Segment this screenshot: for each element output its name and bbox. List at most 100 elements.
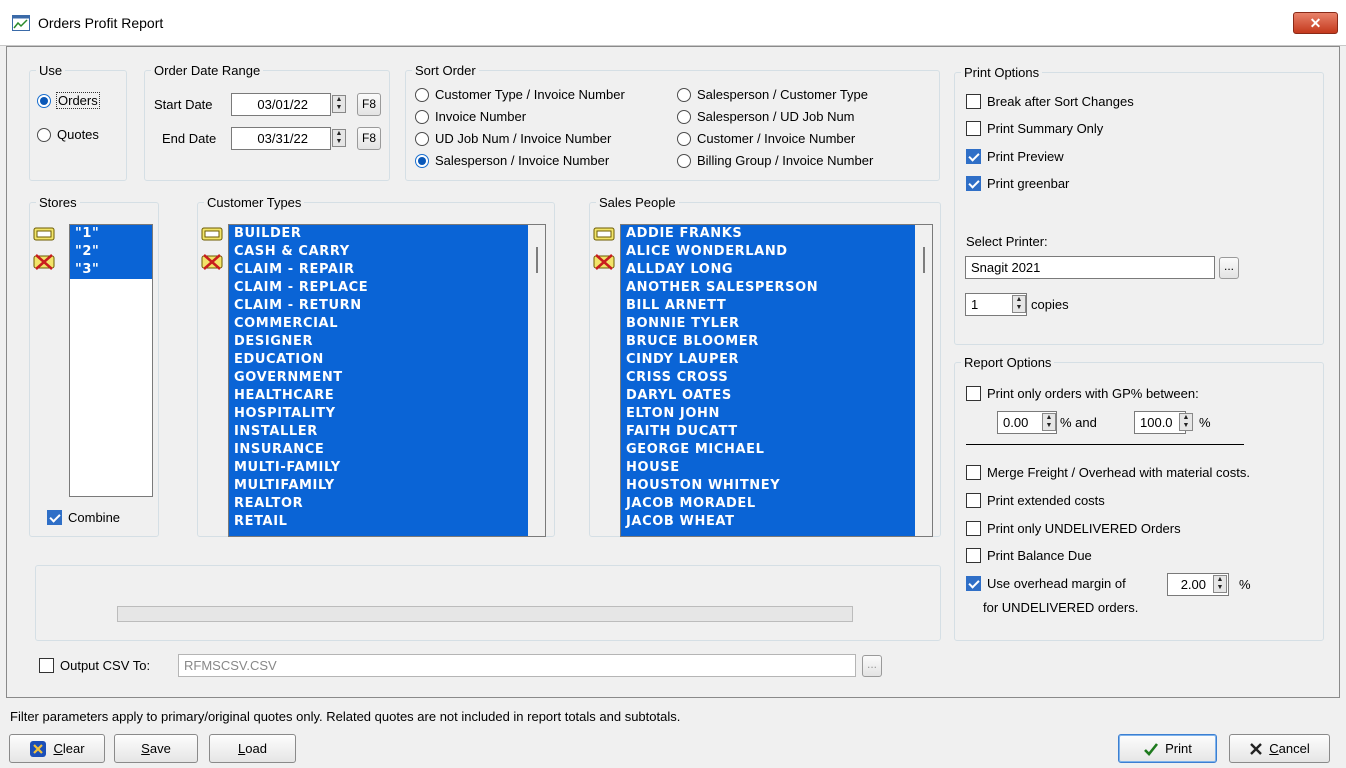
- start-date-input[interactable]: 03/01/22: [231, 93, 331, 116]
- list-item[interactable]: ADDIE FRANKS: [621, 225, 915, 243]
- checkbox-icon: [966, 94, 981, 109]
- sort-customer-type-invoice[interactable]: Customer Type / Invoice Number: [415, 87, 625, 102]
- list-item[interactable]: CLAIM - REPLACE: [229, 279, 528, 297]
- cancel-button[interactable]: Cancel: [1229, 734, 1330, 763]
- list-item[interactable]: INSURANCE: [229, 441, 528, 459]
- sort-ud-job-invoice[interactable]: UD Job Num / Invoice Number: [415, 131, 611, 146]
- check-print-undelivered[interactable]: Print only UNDELIVERED Orders: [966, 521, 1181, 536]
- start-date-spinner[interactable]: ▲ ▼: [332, 95, 346, 113]
- check-output-csv[interactable]: Output CSV To:: [39, 658, 150, 673]
- gp-max-spinner[interactable]: ▲ ▼: [1179, 413, 1193, 431]
- list-item[interactable]: JACOB WHEAT: [621, 513, 915, 531]
- list-item[interactable]: "3": [70, 261, 152, 279]
- sort-salesperson-ud-job[interactable]: Salesperson / UD Job Num: [677, 109, 855, 124]
- list-item[interactable]: REALTOR: [229, 495, 528, 513]
- start-date-f8-button[interactable]: F8: [357, 93, 381, 116]
- list-item[interactable]: CLAIM - RETURN: [229, 297, 528, 315]
- end-date-input[interactable]: 03/31/22: [231, 127, 331, 150]
- csv-path-input[interactable]: RFMSCSV.CSV: [178, 654, 856, 677]
- list-item[interactable]: ANOTHER SALESPERSON: [621, 279, 915, 297]
- list-item[interactable]: HOSPITALITY: [229, 405, 528, 423]
- list-item[interactable]: MULTIFAMILY: [229, 477, 528, 495]
- gp-min-spinner[interactable]: ▲ ▼: [1042, 413, 1056, 431]
- scrollbar-thumb[interactable]: [536, 247, 538, 273]
- select-all-icon[interactable]: [593, 225, 615, 243]
- sort-billing-group-invoice[interactable]: Billing Group / Invoice Number: [677, 153, 873, 168]
- deselect-all-icon[interactable]: [593, 253, 615, 271]
- list-item[interactable]: CASH & CARRY: [229, 243, 528, 261]
- printer-input[interactable]: Snagit 2021: [965, 256, 1215, 279]
- list-item[interactable]: FAITH DUCATT: [621, 423, 915, 441]
- check-break-after-sort[interactable]: Break after Sort Changes: [966, 94, 1134, 109]
- copies-spinner[interactable]: ▲ ▼: [1012, 295, 1026, 313]
- list-item[interactable]: EDUCATION: [229, 351, 528, 369]
- overhead-margin-spinner[interactable]: ▲ ▼: [1213, 575, 1227, 593]
- customer-types-listbox[interactable]: BUILDER CASH & CARRY CLAIM - REPAIR CLAI…: [228, 224, 546, 537]
- check-print-summary-only[interactable]: Print Summary Only: [966, 121, 1103, 136]
- list-item[interactable]: MULTI-FAMILY: [229, 459, 528, 477]
- list-item[interactable]: "1": [70, 225, 152, 243]
- list-item[interactable]: ALLDAY LONG: [621, 261, 915, 279]
- list-item[interactable]: CRISS CROSS: [621, 369, 915, 387]
- list-item[interactable]: JACOB MORADEL: [621, 495, 915, 513]
- list-item[interactable]: RETAIL: [229, 513, 528, 531]
- select-all-icon[interactable]: [201, 225, 223, 243]
- list-item[interactable]: BRUCE BLOOMER: [621, 333, 915, 351]
- list-item[interactable]: "2": [70, 243, 152, 261]
- check-merge-freight[interactable]: Merge Freight / Overhead with material c…: [966, 465, 1250, 480]
- load-button[interactable]: Load: [209, 734, 296, 763]
- date-range-legend: Order Date Range: [154, 63, 261, 78]
- end-date-spinner[interactable]: ▲ ▼: [332, 129, 346, 147]
- check-print-extended-costs[interactable]: Print extended costs: [966, 493, 1105, 508]
- list-item[interactable]: DARYL OATES: [621, 387, 915, 405]
- check-combine[interactable]: Combine: [47, 510, 120, 525]
- list-item[interactable]: GOVERNMENT: [229, 369, 528, 387]
- select-all-icon[interactable]: [33, 225, 55, 243]
- csv-browse-button[interactable]: ...: [862, 655, 882, 677]
- print-button[interactable]: Print: [1118, 734, 1217, 763]
- list-item[interactable]: CINDY LAUPER: [621, 351, 915, 369]
- check-print-greenbar[interactable]: Print greenbar: [966, 176, 1069, 191]
- list-item[interactable]: BONNIE TYLER: [621, 315, 915, 333]
- radio-orders[interactable]: Orders: [37, 92, 100, 109]
- list-item[interactable]: DESIGNER: [229, 333, 528, 351]
- clear-icon: [30, 740, 47, 757]
- stores-listbox[interactable]: "1" "2" "3": [69, 224, 153, 497]
- list-item[interactable]: INSTALLER: [229, 423, 528, 441]
- list-item[interactable]: HOUSE: [621, 459, 915, 477]
- sort-salesperson-invoice[interactable]: Salesperson / Invoice Number: [415, 153, 609, 168]
- list-item[interactable]: COMMERCIAL: [229, 315, 528, 333]
- checkbox-icon: [39, 658, 54, 673]
- list-item[interactable]: HEALTHCARE: [229, 387, 528, 405]
- customer-types-scrollbar[interactable]: [528, 225, 545, 536]
- list-item[interactable]: GEORGE MICHAEL: [621, 441, 915, 459]
- scrollbar-thumb[interactable]: [923, 247, 925, 273]
- check-print-balance-due[interactable]: Print Balance Due: [966, 548, 1092, 563]
- list-item[interactable]: CLAIM - REPAIR: [229, 261, 528, 279]
- deselect-all-icon[interactable]: [33, 253, 55, 271]
- list-item[interactable]: HOUSTON WHITNEY: [621, 477, 915, 495]
- checkbox-checked-icon: [966, 149, 981, 164]
- sort-customer-invoice[interactable]: Customer / Invoice Number: [677, 131, 855, 146]
- close-button[interactable]: ✕: [1293, 12, 1338, 34]
- check-print-preview[interactable]: Print Preview: [966, 149, 1064, 164]
- check-use-overhead-margin[interactable]: Use overhead margin of: [966, 576, 1126, 591]
- progress-panel: [35, 565, 941, 641]
- list-item[interactable]: BILL ARNETT: [621, 297, 915, 315]
- save-button[interactable]: Save: [114, 734, 198, 763]
- list-item[interactable]: ELTON JOHN: [621, 405, 915, 423]
- list-item[interactable]: ALICE WONDERLAND: [621, 243, 915, 261]
- report-options-legend: Report Options: [964, 355, 1052, 370]
- sales-people-listbox[interactable]: ADDIE FRANKS ALICE WONDERLAND ALLDAY LON…: [620, 224, 933, 537]
- sort-salesperson-customer-type[interactable]: Salesperson / Customer Type: [677, 87, 868, 102]
- sort-invoice-number[interactable]: Invoice Number: [415, 109, 526, 124]
- deselect-all-icon[interactable]: [201, 253, 223, 271]
- end-date-f8-button[interactable]: F8: [357, 127, 381, 150]
- clear-button[interactable]: Clear: [9, 734, 105, 763]
- printer-browse-button[interactable]: ...: [1219, 257, 1239, 279]
- radio-quotes[interactable]: Quotes: [37, 127, 99, 142]
- sales-people-scrollbar[interactable]: [915, 225, 932, 536]
- check-gp-between[interactable]: Print only orders with GP% between:: [966, 386, 1199, 401]
- copies-label: copies: [1031, 297, 1069, 312]
- list-item[interactable]: BUILDER: [229, 225, 528, 243]
